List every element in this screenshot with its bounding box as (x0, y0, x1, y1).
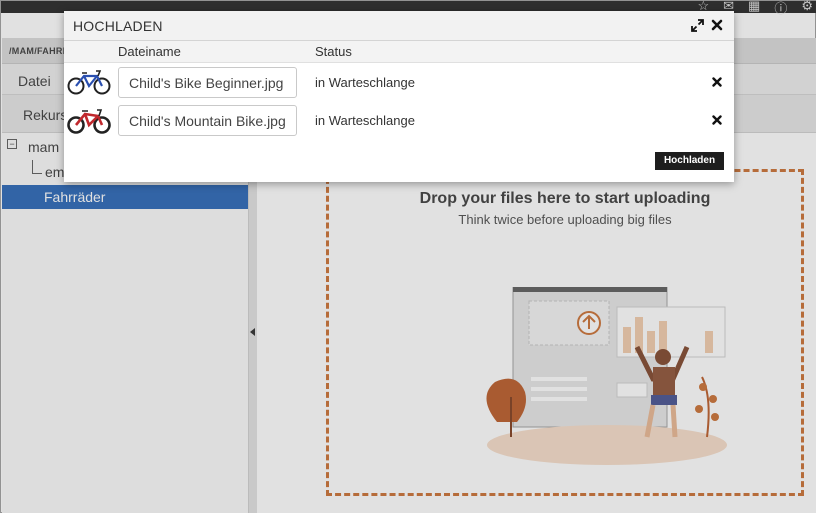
file-status: in Warteschlange (315, 75, 415, 90)
file-row: in Warteschlange (64, 102, 734, 140)
file-row: in Warteschlange (64, 64, 734, 102)
filename-field[interactable] (118, 105, 297, 136)
dialog-header: HOCHLADEN (64, 11, 734, 41)
remove-icon[interactable] (710, 75, 724, 89)
bike-thumbnail-icon (67, 109, 111, 134)
upload-dialog: HOCHLADEN Dateiname Status in Warteschla… (64, 11, 734, 182)
close-icon[interactable] (709, 17, 725, 33)
bike-thumbnail-icon (67, 70, 111, 95)
column-filename: Dateiname (118, 44, 181, 59)
dialog-title: HOCHLADEN (73, 18, 163, 34)
filename-field[interactable] (118, 67, 297, 98)
remove-icon[interactable] (710, 113, 724, 127)
upload-button[interactable]: Hochladen (655, 152, 724, 170)
column-header: Dateiname Status (64, 41, 734, 63)
file-status: in Warteschlange (315, 113, 415, 128)
expand-icon[interactable] (689, 17, 705, 33)
column-status: Status (315, 44, 352, 59)
